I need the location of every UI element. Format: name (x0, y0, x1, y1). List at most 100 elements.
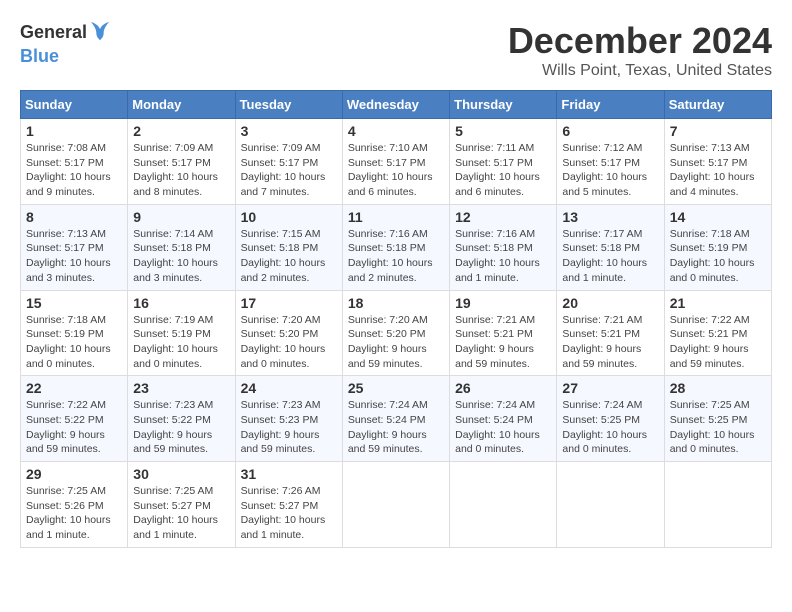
day-number: 17 (241, 295, 337, 311)
calendar-day-25: 25Sunrise: 7:24 AMSunset: 5:24 PMDayligh… (342, 376, 449, 462)
day-info: Sunrise: 7:18 AMSunset: 5:19 PMDaylight:… (670, 227, 766, 286)
calendar-day-20: 20Sunrise: 7:21 AMSunset: 5:21 PMDayligh… (557, 290, 664, 376)
calendar-day-13: 13 Sunrise: 7:17 AMSunset: 5:18 PMDayligh… (557, 204, 664, 290)
day-number: 9 (133, 209, 229, 225)
day-info: Sunrise: 7:20 AMSunset: 5:20 PMDaylight:… (348, 313, 444, 372)
calendar-day-14: 14Sunrise: 7:18 AMSunset: 5:19 PMDayligh… (664, 204, 771, 290)
day-info: Sunrise: 7:13 AMSunset: 5:17 PMDaylight:… (26, 227, 122, 286)
day-info: Sunrise: 7:23 AMSunset: 5:22 PMDaylight:… (133, 398, 229, 457)
day-number: 11 (348, 209, 444, 225)
day-number: 15 (26, 295, 122, 311)
day-info: Sunrise: 7:24 AMSunset: 5:24 PMDaylight:… (455, 398, 551, 457)
title-block: December 2024 Wills Point, Texas, United… (508, 20, 772, 80)
day-number: 18 (348, 295, 444, 311)
day-info: Sunrise: 7:13 AMSunset: 5:17 PMDaylight:… (670, 141, 766, 200)
calendar-day-22: 22 Sunrise: 7:22 AMSunset: 5:22 PMDayligh… (21, 376, 128, 462)
day-number: 12 (455, 209, 551, 225)
logo-general: General (20, 23, 87, 43)
calendar-day-2: 2 Sunrise: 7:09 AMSunset: 5:17 PMDaylight… (128, 119, 235, 205)
calendar-week-5: 29 Sunrise: 7:25 AMSunset: 5:26 PMDayligh… (21, 462, 772, 548)
day-info: Sunrise: 7:17 AMSunset: 5:18 PMDaylight:… (562, 227, 658, 286)
day-info: Sunrise: 7:12 AMSunset: 5:17 PMDaylight:… (562, 141, 658, 200)
weekday-header-sunday: Sunday (21, 91, 128, 119)
calendar-week-2: 8Sunrise: 7:13 AMSunset: 5:17 PMDaylight… (21, 204, 772, 290)
day-number: 23 (133, 380, 229, 396)
calendar-week-3: 15 Sunrise: 7:18 AMSunset: 5:19 PMDayligh… (21, 290, 772, 376)
calendar-day-9: 9 Sunrise: 7:14 AMSunset: 5:18 PMDaylight… (128, 204, 235, 290)
day-info: Sunrise: 7:10 AMSunset: 5:17 PMDaylight:… (348, 141, 444, 200)
empty-cell (342, 462, 449, 548)
day-number: 1 (26, 123, 122, 139)
page-header: General Blue December 2024 Wills Point, … (20, 20, 772, 80)
calendar-day-21: 21 Sunrise: 7:22 AMSunset: 5:21 PMDayligh… (664, 290, 771, 376)
day-number: 5 (455, 123, 551, 139)
day-info: Sunrise: 7:09 AMSunset: 5:17 PMDaylight:… (241, 141, 337, 200)
logo: General Blue (20, 20, 111, 66)
day-info: Sunrise: 7:25 AMSunset: 5:25 PMDaylight:… (670, 398, 766, 457)
day-number: 10 (241, 209, 337, 225)
calendar-day-10: 10 Sunrise: 7:15 AMSunset: 5:18 PMDayligh… (235, 204, 342, 290)
empty-cell (450, 462, 557, 548)
day-info: Sunrise: 7:15 AMSunset: 5:18 PMDaylight:… (241, 227, 337, 286)
day-info: Sunrise: 7:11 AMSunset: 5:17 PMDaylight:… (455, 141, 551, 200)
calendar-day-11: 11Sunrise: 7:16 AMSunset: 5:18 PMDayligh… (342, 204, 449, 290)
calendar-table: SundayMondayTuesdayWednesdayThursdayFrid… (20, 90, 772, 548)
calendar-day-8: 8Sunrise: 7:13 AMSunset: 5:17 PMDaylight… (21, 204, 128, 290)
day-info: Sunrise: 7:21 AMSunset: 5:21 PMDaylight:… (562, 313, 658, 372)
day-number: 7 (670, 123, 766, 139)
calendar-day-15: 15 Sunrise: 7:18 AMSunset: 5:19 PMDayligh… (21, 290, 128, 376)
month-title: December 2024 (508, 20, 772, 62)
day-info: Sunrise: 7:22 AMSunset: 5:21 PMDaylight:… (670, 313, 766, 372)
day-number: 6 (562, 123, 658, 139)
day-number: 31 (241, 466, 337, 482)
day-info: Sunrise: 7:14 AMSunset: 5:18 PMDaylight:… (133, 227, 229, 286)
day-info: Sunrise: 7:21 AMSunset: 5:21 PMDaylight:… (455, 313, 551, 372)
location-title: Wills Point, Texas, United States (508, 62, 772, 80)
calendar-day-12: 12 Sunrise: 7:16 AMSunset: 5:18 PMDayligh… (450, 204, 557, 290)
day-info: Sunrise: 7:23 AMSunset: 5:23 PMDaylight:… (241, 398, 337, 457)
logo-bird-icon (89, 20, 111, 42)
weekday-header-row: SundayMondayTuesdayWednesdayThursdayFrid… (21, 91, 772, 119)
weekday-header-tuesday: Tuesday (235, 91, 342, 119)
day-number: 27 (562, 380, 658, 396)
day-info: Sunrise: 7:22 AMSunset: 5:22 PMDaylight:… (26, 398, 122, 457)
calendar-day-26: 26 Sunrise: 7:24 AMSunset: 5:24 PMDayligh… (450, 376, 557, 462)
calendar-day-3: 3Sunrise: 7:09 AMSunset: 5:17 PMDaylight… (235, 119, 342, 205)
weekday-header-saturday: Saturday (664, 91, 771, 119)
day-info: Sunrise: 7:19 AMSunset: 5:19 PMDaylight:… (133, 313, 229, 372)
day-info: Sunrise: 7:26 AMSunset: 5:27 PMDaylight:… (241, 484, 337, 543)
day-number: 19 (455, 295, 551, 311)
day-info: Sunrise: 7:25 AMSunset: 5:27 PMDaylight:… (133, 484, 229, 543)
day-number: 21 (670, 295, 766, 311)
day-number: 22 (26, 380, 122, 396)
calendar-day-24: 24Sunrise: 7:23 AMSunset: 5:23 PMDayligh… (235, 376, 342, 462)
day-info: Sunrise: 7:24 AMSunset: 5:24 PMDaylight:… (348, 398, 444, 457)
day-info: Sunrise: 7:09 AMSunset: 5:17 PMDaylight:… (133, 141, 229, 200)
day-info: Sunrise: 7:25 AMSunset: 5:26 PMDaylight:… (26, 484, 122, 543)
calendar-day-4: 4Sunrise: 7:10 AMSunset: 5:17 PMDaylight… (342, 119, 449, 205)
empty-cell (557, 462, 664, 548)
day-number: 2 (133, 123, 229, 139)
day-info: Sunrise: 7:16 AMSunset: 5:18 PMDaylight:… (455, 227, 551, 286)
day-info: Sunrise: 7:18 AMSunset: 5:19 PMDaylight:… (26, 313, 122, 372)
calendar-day-19: 19 Sunrise: 7:21 AMSunset: 5:21 PMDayligh… (450, 290, 557, 376)
calendar-day-28: 28 Sunrise: 7:25 AMSunset: 5:25 PMDayligh… (664, 376, 771, 462)
day-number: 30 (133, 466, 229, 482)
day-number: 26 (455, 380, 551, 396)
empty-cell (664, 462, 771, 548)
weekday-header-wednesday: Wednesday (342, 91, 449, 119)
calendar-day-16: 16Sunrise: 7:19 AMSunset: 5:19 PMDayligh… (128, 290, 235, 376)
weekday-header-thursday: Thursday (450, 91, 557, 119)
calendar-day-31: 31 Sunrise: 7:26 AMSunset: 5:27 PMDayligh… (235, 462, 342, 548)
calendar-day-6: 6 Sunrise: 7:12 AMSunset: 5:17 PMDaylight… (557, 119, 664, 205)
calendar-day-1: 1Sunrise: 7:08 AMSunset: 5:17 PMDaylight… (21, 119, 128, 205)
day-number: 13 (562, 209, 658, 225)
calendar-day-29: 29 Sunrise: 7:25 AMSunset: 5:26 PMDayligh… (21, 462, 128, 548)
logo-blue: Blue (20, 47, 111, 67)
weekday-header-monday: Monday (128, 91, 235, 119)
day-info: Sunrise: 7:20 AMSunset: 5:20 PMDaylight:… (241, 313, 337, 372)
calendar-week-4: 22 Sunrise: 7:22 AMSunset: 5:22 PMDayligh… (21, 376, 772, 462)
day-number: 28 (670, 380, 766, 396)
weekday-header-friday: Friday (557, 91, 664, 119)
day-number: 29 (26, 466, 122, 482)
